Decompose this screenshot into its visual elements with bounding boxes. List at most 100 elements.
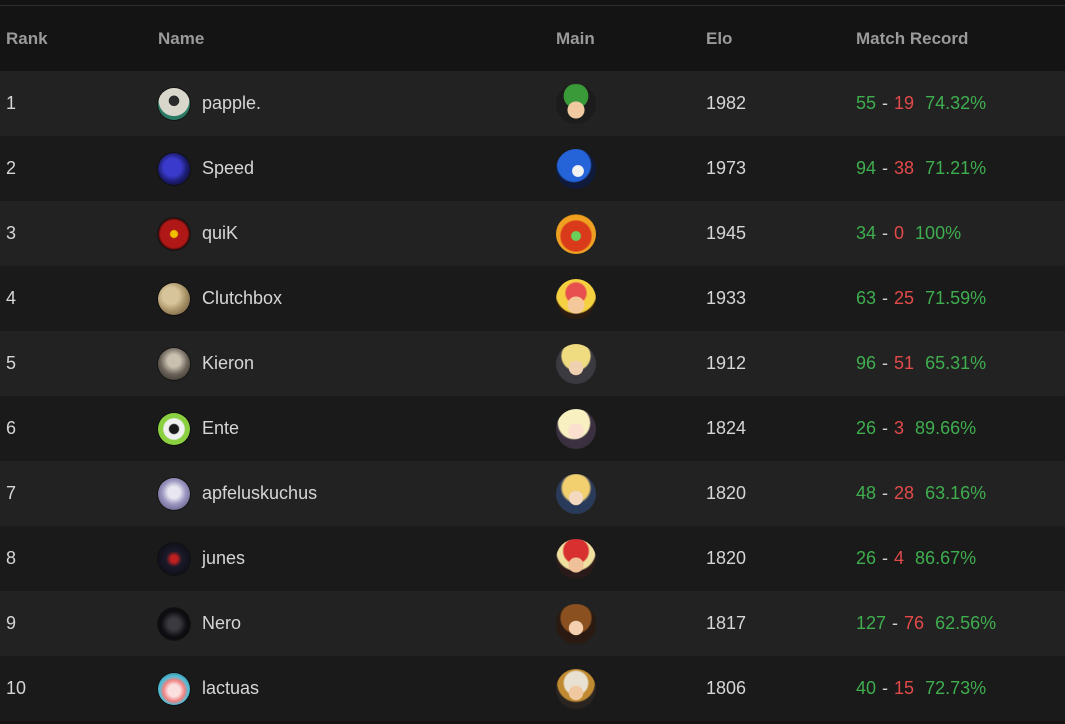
luigi-icon — [556, 83, 596, 124]
player-avatar — [158, 412, 190, 445]
player-cell[interactable]: junes — [158, 526, 245, 591]
player-name[interactable]: papple. — [202, 93, 261, 114]
player-name[interactable]: Kieron — [202, 353, 254, 374]
rank-value: 6 — [6, 418, 17, 438]
player-avatar — [158, 347, 190, 380]
table-row[interactable]: 9 Nero 1817 127-76 62.56% — [0, 591, 1065, 656]
player-cell[interactable]: Ente — [158, 396, 239, 461]
match-record: 55-19 74.32% — [856, 71, 986, 136]
table-row[interactable]: 4 Clutchbox 1933 63-25 71.59% — [0, 266, 1065, 331]
record-separator: - — [882, 158, 889, 178]
losses-count: 3 — [894, 418, 905, 438]
rank-value: 9 — [6, 613, 17, 633]
win-percentage: 63.16% — [925, 483, 987, 503]
wins-count: 55 — [856, 93, 877, 113]
win-percentage: 71.59% — [925, 288, 987, 308]
elo-value: 1933 — [706, 288, 747, 308]
match-record: 26-4 86.67% — [856, 526, 976, 591]
main-character-cell — [556, 461, 596, 526]
win-percentage: 89.66% — [915, 418, 977, 438]
rosalina-icon — [556, 408, 596, 449]
samus-icon — [556, 213, 596, 254]
terry-icon — [556, 538, 596, 579]
wins-count: 48 — [856, 483, 877, 503]
wario-icon — [556, 668, 596, 709]
win-percentage: 65.31% — [925, 353, 987, 373]
player-name[interactable]: junes — [202, 548, 245, 569]
win-percentage: 62.56% — [935, 613, 997, 633]
rank-value: 2 — [6, 158, 17, 178]
player-name[interactable]: lactuas — [202, 678, 259, 699]
win-percentage: 72.73% — [925, 678, 987, 698]
elo-value: 1824 — [706, 418, 747, 438]
table-row[interactable]: 6 Ente 1824 26-3 89.66% — [0, 396, 1065, 461]
player-cell[interactable]: lactuas — [158, 656, 259, 721]
sora-icon — [556, 603, 596, 644]
player-avatar — [158, 672, 190, 705]
player-cell[interactable]: quiK — [158, 201, 238, 266]
player-cell[interactable]: papple. — [158, 71, 261, 136]
win-percentage: 74.32% — [925, 93, 987, 113]
player-name[interactable]: Nero — [202, 613, 241, 634]
match-record: 96-51 65.31% — [856, 331, 986, 396]
sonic-icon — [556, 148, 596, 189]
player-name[interactable]: quiK — [202, 223, 238, 244]
player-cell[interactable]: Nero — [158, 591, 241, 656]
header-name: Name — [158, 29, 205, 48]
record-separator: - — [892, 613, 899, 633]
main-character-cell — [556, 266, 596, 331]
rank-value: 1 — [6, 93, 17, 113]
elo-value: 1820 — [706, 548, 747, 568]
table-row[interactable]: 3 quiK 1945 34-0 100% — [0, 201, 1065, 266]
rank-value: 8 — [6, 548, 17, 568]
elo-value: 1806 — [706, 678, 747, 698]
win-percentage: 71.21% — [925, 158, 987, 178]
header-match-record: Match Record — [856, 29, 969, 48]
table-row[interactable]: 2 Speed 1973 94-38 71.21% — [0, 136, 1065, 201]
wins-count: 63 — [856, 288, 877, 308]
win-percentage: 100% — [915, 223, 962, 243]
record-separator: - — [882, 548, 889, 568]
main-character-cell — [556, 526, 596, 591]
main-character-cell — [556, 71, 596, 136]
player-avatar — [158, 152, 190, 185]
record-separator: - — [882, 223, 889, 243]
table-row[interactable]: 8 junes 1820 26-4 86.67% — [0, 526, 1065, 591]
player-name[interactable]: Clutchbox — [202, 288, 282, 309]
record-separator: - — [882, 288, 889, 308]
table-row[interactable]: 5 Kieron 1912 96-51 65.31% — [0, 331, 1065, 396]
wins-count: 40 — [856, 678, 877, 698]
table-row[interactable]: 7 apfeluskuchus 1820 48-28 63.16% — [0, 461, 1065, 526]
main-character-cell — [556, 331, 596, 396]
player-name[interactable]: Speed — [202, 158, 254, 179]
match-record: 26-3 89.66% — [856, 396, 976, 461]
wins-count: 127 — [856, 613, 887, 633]
rank-value: 7 — [6, 483, 17, 503]
elo-value: 1982 — [706, 93, 747, 113]
player-cell[interactable]: apfeluskuchus — [158, 461, 317, 526]
losses-count: 28 — [894, 483, 915, 503]
elo-value: 1973 — [706, 158, 747, 178]
player-cell[interactable]: Clutchbox — [158, 266, 282, 331]
main-character-cell — [556, 201, 596, 266]
header-main: Main — [556, 29, 595, 48]
wins-count: 94 — [856, 158, 877, 178]
table-row[interactable]: 10 lactuas 1806 40-15 72.73% — [0, 656, 1065, 721]
player-avatar — [158, 477, 190, 510]
table-row[interactable]: 1 papple. 1982 55-19 74.32% — [0, 71, 1065, 136]
rank-value: 4 — [6, 288, 17, 308]
elo-value: 1945 — [706, 223, 747, 243]
losses-count: 76 — [904, 613, 925, 633]
player-cell[interactable]: Kieron — [158, 331, 254, 396]
header-elo: Elo — [706, 29, 733, 48]
record-separator: - — [882, 418, 889, 438]
main-character-cell — [556, 591, 596, 656]
cloud-icon — [556, 343, 596, 384]
record-separator: - — [882, 93, 889, 113]
player-name[interactable]: Ente — [202, 418, 239, 439]
rank-value: 3 — [6, 223, 17, 243]
losses-count: 15 — [894, 678, 915, 698]
win-percentage: 86.67% — [915, 548, 977, 568]
player-cell[interactable]: Speed — [158, 136, 254, 201]
player-name[interactable]: apfeluskuchus — [202, 483, 317, 504]
